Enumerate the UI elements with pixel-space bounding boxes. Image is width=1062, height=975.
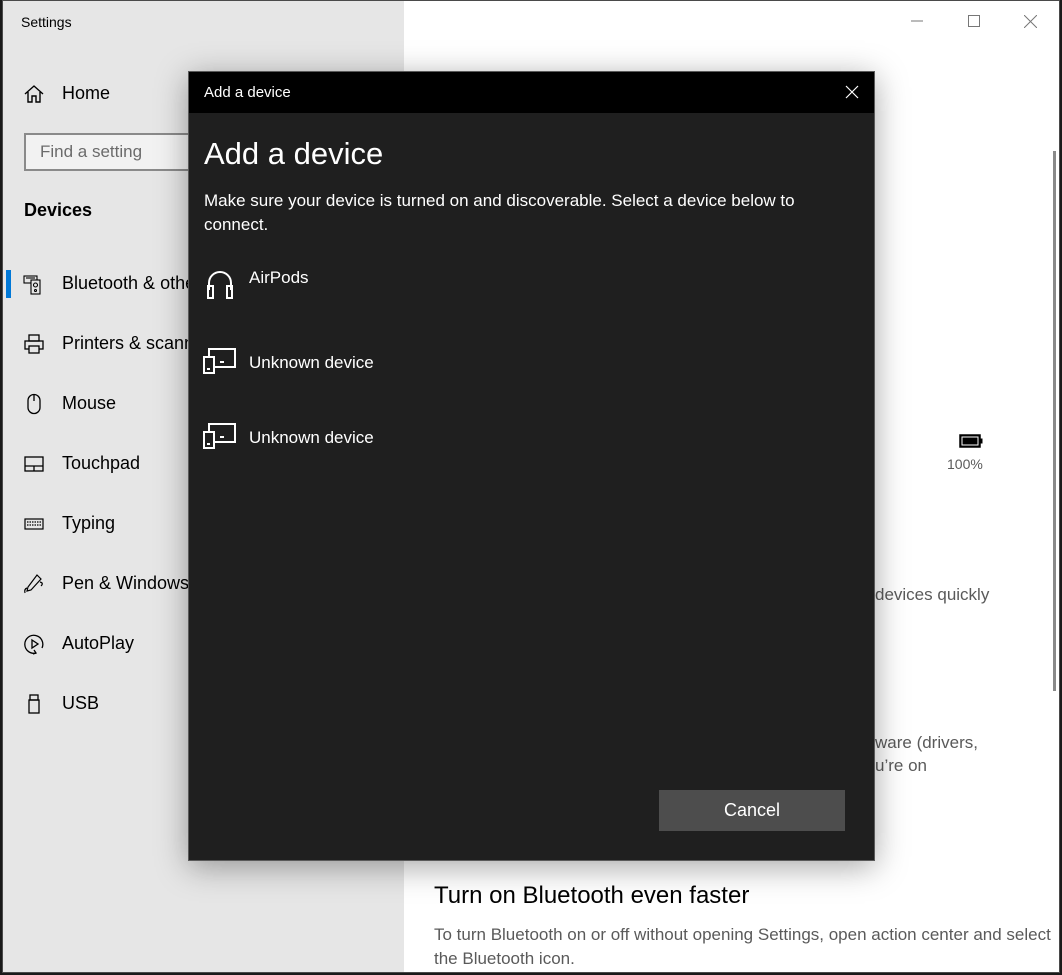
- generic-device-icon: [203, 347, 237, 379]
- mouse-icon: [23, 393, 45, 415]
- home-label: Home: [62, 83, 111, 103]
- partial-text: devices quickly: [875, 585, 990, 604]
- pen-icon: [23, 573, 45, 595]
- keyboard-icon: [23, 513, 45, 535]
- dialog-heading: Add a device: [204, 136, 384, 171]
- minimize-icon: [910, 20, 923, 22]
- device-name: Unknown device: [249, 428, 374, 447]
- sidebar-item-label: USB: [62, 693, 100, 713]
- printer-icon: [23, 333, 45, 355]
- scrollbar[interactable]: [1053, 151, 1056, 691]
- window-controls: [888, 1, 1059, 41]
- autoplay-icon: [23, 633, 45, 655]
- dialog-titlebar: Add a device: [189, 72, 874, 113]
- add-device-dialog: Add a device Add a device Make sure your…: [188, 71, 875, 861]
- battery-icon: [959, 434, 983, 448]
- bluetooth-devices-icon: [23, 273, 45, 295]
- section-title: Devices: [24, 200, 93, 220]
- sidebar-item-label: Typing: [62, 513, 116, 533]
- device-item-unknown[interactable]: Unknown device: [201, 337, 861, 393]
- sidebar-item-label: AutoPlay: [62, 633, 135, 653]
- partial-text: u’re on: [875, 756, 927, 775]
- maximize-button[interactable]: [945, 1, 1002, 41]
- dialog-description: Make sure your device is turned on and d…: [204, 191, 795, 234]
- device-name: AirPods: [249, 268, 309, 287]
- sidebar-item-label: Touchpad: [62, 453, 141, 473]
- tip-title: Turn on Bluetooth even faster: [434, 882, 750, 909]
- dialog-window-title: Add a device: [204, 84, 291, 101]
- close-icon: [845, 85, 859, 99]
- usb-icon: [23, 693, 45, 715]
- cancel-button[interactable]: Cancel: [659, 790, 845, 831]
- touchpad-icon: [23, 453, 45, 475]
- tip-body: To turn Bluetooth on or off without open…: [434, 925, 1051, 968]
- minimize-button[interactable]: [888, 1, 945, 41]
- sidebar-home[interactable]: Home: [3, 79, 203, 109]
- generic-device-icon: [203, 422, 237, 454]
- device-item-airpods[interactable]: AirPods: [201, 262, 861, 318]
- device-name: Unknown device: [249, 353, 374, 372]
- window-close-button[interactable]: [1002, 1, 1059, 41]
- battery-percent: 100%: [947, 456, 983, 472]
- headphones-icon: [203, 268, 237, 300]
- partial-text: ware (drivers,: [875, 733, 978, 752]
- close-icon: [1024, 14, 1037, 28]
- sidebar-item-label: Mouse: [62, 393, 117, 413]
- app-title: Settings: [21, 14, 72, 30]
- device-item-unknown[interactable]: Unknown device: [201, 412, 861, 468]
- selected-indicator: [6, 270, 11, 298]
- home-icon: [23, 83, 45, 105]
- maximize-icon: [967, 15, 980, 27]
- dialog-close-button[interactable]: [842, 82, 862, 102]
